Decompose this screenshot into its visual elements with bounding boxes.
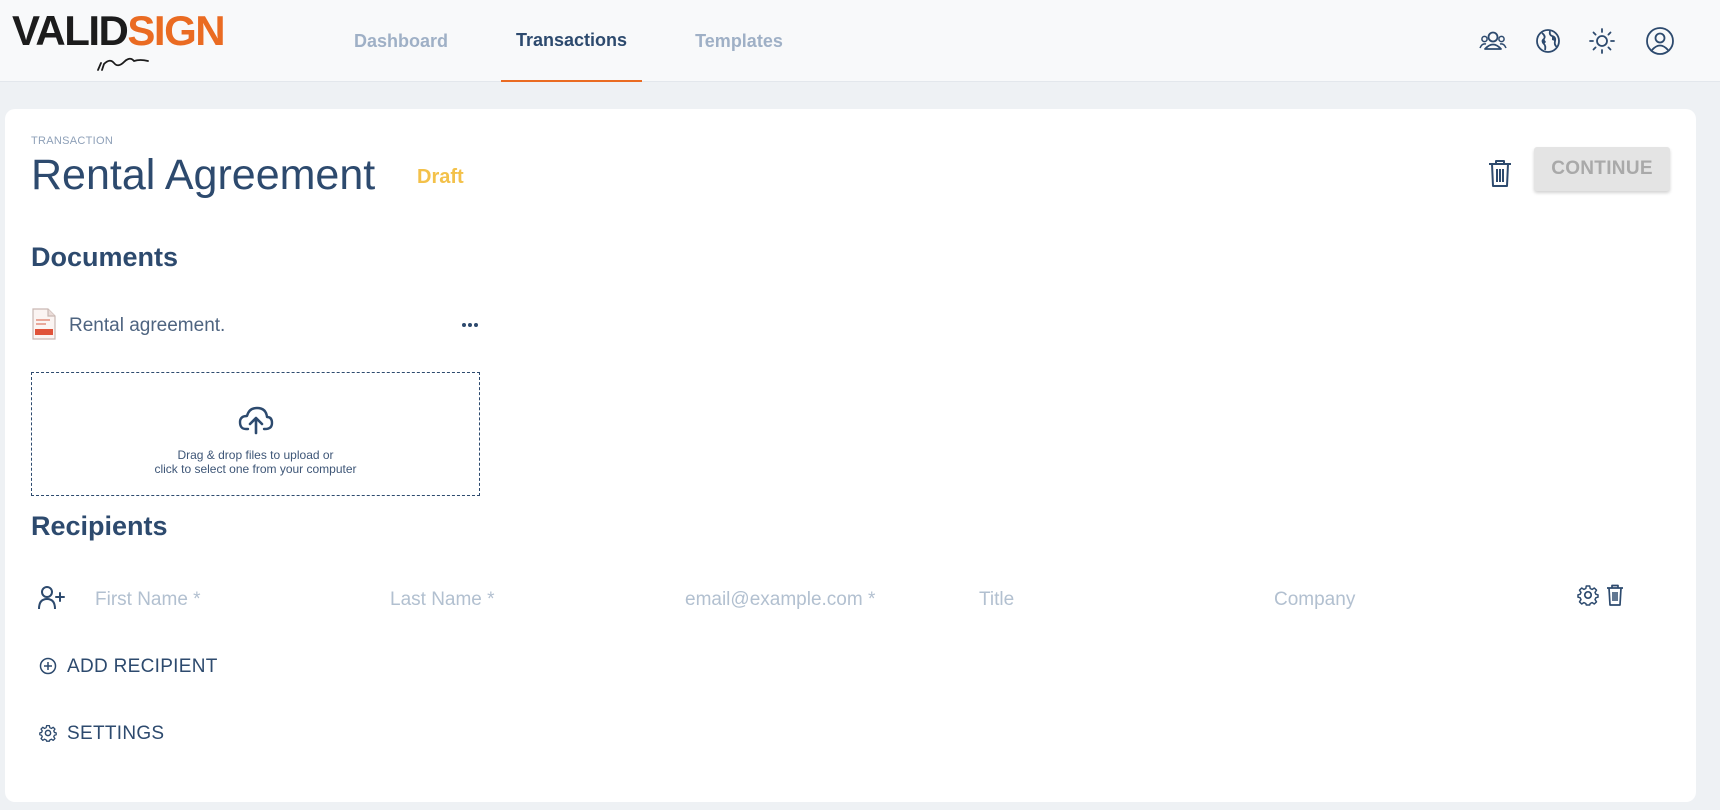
add-circle-icon (39, 657, 57, 675)
settings-button[interactable]: SETTINGS (31, 718, 171, 748)
settings-label: SETTINGS (67, 723, 165, 744)
logo-text-valid: VALID (12, 7, 129, 54)
add-person-icon (38, 586, 65, 610)
user-account-icon[interactable] (1645, 26, 1675, 56)
continue-button[interactable]: CONTINUE (1534, 147, 1670, 191)
top-navigation-bar: VALIDSIGN Dashboard Transactions Templat… (0, 0, 1720, 82)
team-icon[interactable] (1478, 26, 1508, 56)
logo-signature-scribble (97, 57, 149, 71)
recipient-row (31, 579, 1671, 619)
company-input[interactable] (1272, 585, 1546, 615)
tab-templates[interactable]: Templates (679, 0, 799, 82)
logo-text-sign: SIGN (127, 7, 225, 54)
remove-recipient-trash-icon[interactable] (1605, 583, 1625, 607)
add-recipient-label: ADD RECIPIENT (67, 656, 218, 677)
tab-transactions[interactable]: Transactions (501, 0, 642, 82)
documents-heading: Documents (31, 242, 179, 272)
transaction-eyebrow: TRANSACTION (31, 135, 114, 147)
page-title: Rental Agreement (31, 151, 376, 199)
recipient-settings-gear-icon[interactable] (1577, 584, 1599, 606)
dropzone-instructions: Drag & drop files to upload or click to … (32, 448, 479, 476)
status-badge: Draft (417, 166, 464, 188)
document-name[interactable]: Rental agreement. (69, 315, 225, 337)
cloud-upload-icon (238, 406, 274, 435)
file-upload-dropzone[interactable]: Drag & drop files to upload or click to … (31, 372, 480, 496)
recipients-heading: Recipients (31, 511, 168, 541)
document-list-item[interactable]: Rental agreement. (31, 308, 491, 342)
first-name-input[interactable] (93, 585, 367, 615)
delete-transaction-trash-icon[interactable] (1485, 157, 1515, 189)
tab-dashboard[interactable]: Dashboard (338, 0, 464, 82)
add-recipient-button[interactable]: ADD RECIPIENT (31, 651, 231, 681)
validsign-logo[interactable]: VALIDSIGN (12, 10, 227, 72)
title-input[interactable] (977, 585, 1251, 615)
sun-icon[interactable] (1587, 26, 1617, 56)
dropzone-line-1: Drag & drop files to upload or (177, 448, 334, 462)
logo-wordmark: VALIDSIGN (12, 10, 227, 52)
settings-gear-icon (39, 724, 57, 742)
email-input[interactable] (683, 585, 957, 615)
dropzone-line-2: click to select one from your computer (154, 462, 357, 476)
transaction-card: TRANSACTION Rental Agreement Draft CONTI… (5, 109, 1696, 802)
pdf-file-icon (32, 308, 56, 340)
globe-icon[interactable] (1533, 26, 1563, 56)
last-name-input[interactable] (388, 585, 662, 615)
more-options-icon[interactable] (461, 322, 479, 328)
